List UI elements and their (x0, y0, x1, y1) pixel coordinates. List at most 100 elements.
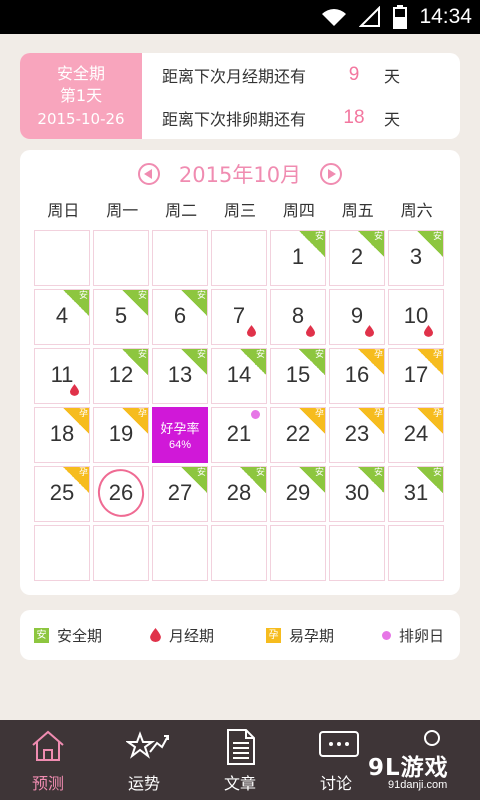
day-number: 8 (291, 303, 305, 328)
calendar-day-cell[interactable]: 14 安 (211, 348, 267, 404)
safe-period-badge: 安 (358, 467, 384, 493)
next-period-days: 9 (348, 64, 360, 85)
calendar-day-cell[interactable]: 4安 (34, 289, 90, 345)
next-ovulation-label: 距离下次排卵期还有 (162, 110, 307, 129)
calendar-day-cell[interactable]: 22 孕 (270, 407, 326, 463)
badge-text: 孕 (432, 350, 442, 360)
calendar-day-cell[interactable]: 11 (34, 348, 90, 404)
calendar-day-cell[interactable]: 18 孕 (34, 407, 90, 463)
weekday-label: 周五 (341, 201, 374, 220)
calendar-day-cell[interactable]: 29 安 (270, 466, 326, 522)
calendar-day-cell[interactable]: 13 安 (152, 348, 208, 404)
day-number: 7 (232, 303, 246, 328)
day-number: 11 (50, 362, 74, 387)
next-month-button[interactable] (320, 163, 342, 185)
badge-text: 安 (196, 350, 206, 360)
calendar-day-cell[interactable]: 7 (211, 289, 267, 345)
calendar-empty-cell (93, 230, 149, 286)
calendar-day-cell[interactable]: 24 孕 (388, 407, 444, 463)
status-icons: 14:34 (321, 0, 472, 34)
weekday-label: 周三 (224, 201, 257, 220)
next-period-countdown: 距离下次月经期还有 9 天 (162, 60, 400, 90)
legend-card: 安安全期 月经期 孕易孕期 排卵日 (20, 610, 460, 660)
home-icon (32, 730, 64, 761)
calendar-day-cell[interactable]: 19 孕 (93, 407, 149, 463)
weekday-label: 周日 (47, 201, 80, 220)
calendar-empty-cell (93, 525, 149, 581)
nav-item-articles[interactable]: 文章 (192, 720, 288, 800)
weekday-label: 周六 (400, 201, 433, 220)
badge-text: 孕 (373, 409, 383, 419)
ovulation-dot-icon (251, 410, 260, 419)
calendar-day-cell[interactable]: 9 (329, 289, 385, 345)
fertile-period-badge: 孕 (358, 349, 384, 375)
weekday-label: 周一 (106, 201, 139, 220)
calendar-day-cell[interactable]: 30 安 (329, 466, 385, 522)
calendar-day-cell[interactable]: 12 安 (93, 348, 149, 404)
safe-period-badge: 安 (181, 467, 207, 493)
badge-text: 孕 (314, 409, 324, 419)
calendar-day-cell[interactable]: 27 安 (152, 466, 208, 522)
calendar-day-cell[interactable]: 3安 (388, 230, 444, 286)
safe-period-badge: 安 (417, 467, 443, 493)
legend-label: 安全期 (57, 626, 103, 645)
fertile-badge-icon: 孕 (266, 627, 281, 643)
calendar-day-cell[interactable]: 6安 (152, 289, 208, 345)
badge-text: 安 (137, 350, 147, 360)
calendar-day-cell[interactable]: 26 (91, 463, 151, 523)
calendar-day-cell[interactable]: 31 安 (388, 466, 444, 522)
calendar-day-cell[interactable]: 8 (270, 289, 326, 345)
phase-name: 安全期 (56, 64, 105, 83)
fertile-period-badge: 孕 (417, 408, 443, 434)
star-trend-icon (126, 731, 169, 759)
calendar-day-cell[interactable]: 28 安 (211, 466, 267, 522)
legend-label: 易孕期 (289, 626, 335, 645)
fertile-period-badge: 孕 (122, 408, 148, 434)
calendar-day-cell[interactable]: 1安 (270, 230, 326, 286)
weekday-label: 周二 (165, 201, 198, 220)
calendar-day-cell[interactable]: 好孕率 64% (152, 407, 208, 463)
fertile-period-badge: 孕 (63, 408, 89, 434)
calendar-day-cell[interactable]: 23 孕 (329, 407, 385, 463)
site-watermark: 9L游戏 91danji.com (368, 748, 474, 796)
safe-period-badge: 安 (240, 467, 266, 493)
calendar-day-cell[interactable]: 16 孕 (329, 348, 385, 404)
calendar-day-cell[interactable]: 21 (211, 407, 267, 463)
calendar-day-cell[interactable]: 17 孕 (388, 348, 444, 404)
nav-item-predict[interactable]: 预测 (0, 720, 96, 800)
badge-text: 安 (255, 468, 265, 478)
prev-month-button[interactable] (138, 163, 160, 185)
weekday-label: 周四 (282, 201, 315, 220)
safe-period-badge: 安 (299, 349, 325, 375)
period-drop-icon (424, 322, 433, 337)
next-ovulation-unit: 天 (384, 110, 401, 129)
next-period-unit: 天 (384, 67, 401, 86)
nav-item-fortune[interactable]: 运势 (96, 720, 192, 800)
next-period-label: 距离下次月经期还有 (162, 67, 307, 86)
next-ovulation-countdown: 距离下次排卵期还有 18 天 (162, 103, 400, 133)
calendar-day-cell[interactable]: 15 安 (270, 348, 326, 404)
calendar-empty-cell (152, 525, 208, 581)
day-number: 9 (350, 303, 364, 328)
month-navigation: 2015年10月 (20, 158, 460, 190)
next-ovulation-days: 18 (343, 107, 365, 128)
calendar-empty-cell (152, 230, 208, 286)
calendar-day-cell[interactable]: 10 (388, 289, 444, 345)
calendar-day-cell[interactable]: 25 孕 (34, 466, 90, 522)
calendar-empty-cell (211, 230, 267, 286)
calendar-day-cell[interactable]: 5安 (93, 289, 149, 345)
badge-text: 安 (137, 291, 147, 301)
weekday-header: 周日 周一 周二 周三 周四 周五 周六 (34, 197, 446, 221)
status-time: 14:34 (419, 5, 472, 28)
period-drop-icon (70, 381, 79, 396)
watermark-sub: 91danji.com (388, 779, 448, 791)
current-phase-box[interactable]: 安全期 第1天 2015-10-26 (20, 53, 142, 139)
calendar-empty-cell (388, 525, 444, 581)
safe-period-badge: 安 (417, 231, 443, 257)
safe-period-badge: 安 (358, 231, 384, 257)
ovulation-dot-icon (382, 630, 391, 640)
badge-text: 安 (314, 350, 324, 360)
watermark-main: 9L游戏 (368, 755, 449, 781)
calendar-day-cell[interactable]: 2安 (329, 230, 385, 286)
badge-text: 安 (314, 232, 324, 242)
